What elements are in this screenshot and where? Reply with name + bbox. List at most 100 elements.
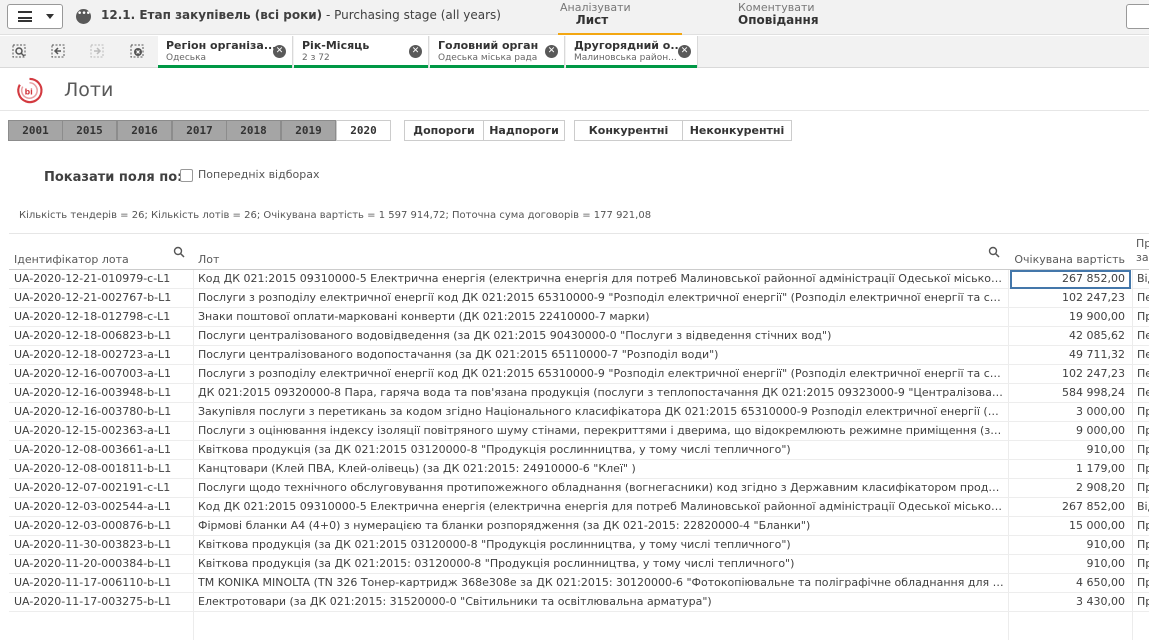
expected-value-cell[interactable]: 49 711,32 <box>1011 346 1129 365</box>
lot-id-cell[interactable]: UA-2020-12-08-003661-a-L1 <box>14 441 192 460</box>
procedure-cell[interactable]: Від <box>1137 498 1149 517</box>
table-row[interactable]: UA-2020-11-17-006110-b-L1 ТМ KONIKA MINOL… <box>9 574 1149 593</box>
procedure-cell[interactable]: Пр <box>1137 308 1149 327</box>
table-row[interactable]: UA-2020-12-18-006823-b-L1 Послуги централ… <box>9 327 1149 346</box>
lot-description-cell[interactable]: Квіткова продукція (за ДК 021:2015 03120… <box>198 441 1004 460</box>
lot-id-cell[interactable]: UA-2020-12-18-006823-b-L1 <box>14 327 192 346</box>
lot-id-cell[interactable]: UA-2020-12-03-000876-b-L1 <box>14 517 192 536</box>
year-button[interactable]: 2017 <box>172 120 227 141</box>
lot-description-cell[interactable]: Квіткова продукція (за ДК 021:2015: 0312… <box>198 555 1004 574</box>
year-button[interactable]: 2019 <box>281 120 336 141</box>
expected-value-cell[interactable]: 267 852,00 <box>1011 498 1129 517</box>
table-row[interactable]: UA-2020-11-20-000384-b-L1 Квіткова продук… <box>9 555 1149 574</box>
close-icon[interactable]: ✕ <box>545 45 558 58</box>
lot-id-cell[interactable]: UA-2020-12-21-010979-c-L1 <box>14 270 192 289</box>
lot-id-cell[interactable]: UA-2020-11-30-003823-b-L1 <box>14 536 192 555</box>
procedure-cell[interactable]: Пр <box>1137 536 1149 555</box>
procedure-cell[interactable]: Пр <box>1137 517 1149 536</box>
lot-description-cell[interactable]: Послуги з оцінювання індексу ізоляції по… <box>198 422 1004 441</box>
previous-selection-label[interactable]: Попередніх відборах <box>198 168 319 181</box>
procedure-cell[interactable]: Пе <box>1137 365 1149 384</box>
table-row[interactable]: UA-2020-12-16-007003-a-L1 Послуги з розпо… <box>9 365 1149 384</box>
step-back-button[interactable] <box>45 40 73 64</box>
expected-value-cell[interactable]: 19 900,00 <box>1011 308 1129 327</box>
lot-description-cell[interactable]: ТМ KONIKA MINOLTA (TN 326 Тонер-картридж… <box>198 574 1004 593</box>
competitive-button[interactable]: Конкурентні <box>574 120 683 141</box>
close-icon[interactable]: ✕ <box>678 45 691 58</box>
search-icon[interactable] <box>988 246 1000 258</box>
table-row[interactable]: UA-2020-12-16-003780-b-L1 Закупівля послу… <box>9 403 1149 422</box>
table-row[interactable]: UA-2020-12-07-002191-c-L1 Послуги щодо те… <box>9 479 1149 498</box>
table-row[interactable]: UA-2020-12-21-010979-c-L1 Код ДК 021:2015… <box>9 270 1149 289</box>
table-row[interactable]: UA-2020-12-18-012798-c-L1 Знаки поштової … <box>9 308 1149 327</box>
expected-value-cell[interactable]: 15 000,00 <box>1011 517 1129 536</box>
column-header-expected-value[interactable]: Очікувана вартість <box>1008 234 1132 271</box>
lot-description-cell[interactable]: Послуги централізованого водовідведення … <box>198 327 1004 346</box>
lot-description-cell[interactable]: Закупівля послуги з перетикань за кодом … <box>198 403 1004 422</box>
procedure-cell[interactable]: Пе <box>1137 327 1149 346</box>
above-threshold-button[interactable]: Надпороги <box>483 120 565 141</box>
expected-value-cell[interactable]: 9 000,00 <box>1011 422 1129 441</box>
expected-value-cell[interactable]: 910,00 <box>1011 555 1129 574</box>
previous-selection-checkbox[interactable] <box>180 169 193 182</box>
procedure-cell[interactable]: Пр <box>1137 460 1149 479</box>
procedure-cell[interactable]: Пе <box>1137 289 1149 308</box>
table-row[interactable]: UA-2020-12-15-002363-a-L1 Послуги з оціню… <box>9 422 1149 441</box>
column-header-lot-id[interactable]: Ідентифікатор лота <box>9 234 193 271</box>
lot-description-cell[interactable]: Фірмові бланки А4 (4+0) з нумерацією та … <box>198 517 1004 536</box>
selection-chip-region[interactable]: Регіон організа... Одеська ✕ <box>158 36 293 68</box>
expected-value-cell[interactable]: 102 247,23 <box>1011 365 1129 384</box>
sheet-navigation-button[interactable] <box>1126 4 1149 29</box>
expected-value-cell[interactable]: 42 085,62 <box>1011 327 1129 346</box>
procedure-cell[interactable]: Пе <box>1137 384 1149 403</box>
expected-value-cell[interactable]: 3 000,00 <box>1011 403 1129 422</box>
lot-description-cell[interactable]: Послуги з розподілу електричної енергії … <box>198 289 1004 308</box>
lot-id-cell[interactable]: UA-2020-12-16-003780-b-L1 <box>14 403 192 422</box>
procedure-cell[interactable]: Пр <box>1137 479 1149 498</box>
lot-id-cell[interactable]: UA-2020-12-15-002363-a-L1 <box>14 422 192 441</box>
expected-value-cell[interactable]: 102 247,23 <box>1011 289 1129 308</box>
expected-value-cell[interactable]: 910,00 <box>1011 441 1129 460</box>
lot-description-cell[interactable]: ДК 021:2015 09320000-8 Пара, гаряча вода… <box>198 384 1004 403</box>
procedure-cell[interactable]: Пр <box>1137 555 1149 574</box>
lot-description-cell[interactable]: Код ДК 021:2015 09310000-5 Електрична ен… <box>198 270 1004 289</box>
lot-description-cell[interactable]: Квіткова продукція (за ДК 021:2015 03120… <box>198 536 1004 555</box>
expected-value-cell[interactable]: 4 650,00 <box>1011 574 1129 593</box>
lot-id-cell[interactable]: UA-2020-11-20-000384-b-L1 <box>14 555 192 574</box>
year-button[interactable]: 2001 <box>8 120 63 141</box>
table-row[interactable]: UA-2020-12-18-002723-a-L1 Послуги централ… <box>9 346 1149 365</box>
selection-chip-secondary-body[interactable]: Другорядний о... Малиновська район... ✕ <box>566 36 698 68</box>
smart-search-button[interactable] <box>6 40 34 64</box>
year-button-selected[interactable]: 2020 <box>336 120 391 141</box>
lot-description-cell[interactable]: Послуги щодо технічного обслуговування п… <box>198 479 1004 498</box>
expected-value-cell[interactable]: 1 179,00 <box>1011 460 1129 479</box>
lot-id-cell[interactable]: UA-2020-12-16-007003-a-L1 <box>14 365 192 384</box>
search-icon[interactable] <box>173 246 185 258</box>
lot-id-cell[interactable]: UA-2020-12-18-002723-a-L1 <box>14 346 192 365</box>
procedure-cell[interactable]: Пр <box>1137 403 1149 422</box>
column-header-lot[interactable]: Лот <box>193 234 1008 271</box>
table-row[interactable]: UA-2020-12-21-002767-b-L1 Послуги з розпо… <box>9 289 1149 308</box>
lot-id-cell[interactable]: UA-2020-12-08-001811-b-L1 <box>14 460 192 479</box>
more-options-icon[interactable]: ••• <box>76 9 91 24</box>
lot-id-cell[interactable]: UA-2020-12-03-002544-a-L1 <box>14 498 192 517</box>
table-row[interactable]: UA-2020-12-03-000876-b-L1 Фірмові бланки … <box>9 517 1149 536</box>
below-threshold-button[interactable]: Допороги <box>404 120 484 141</box>
lot-description-cell[interactable]: Код ДК 021:2015 09310000-5 Електрична ен… <box>198 498 1004 517</box>
column-header-procedure[interactable]: Пр за <box>1133 234 1149 271</box>
selection-chip-year-month[interactable]: Рік-Місяць 2 з 72 ✕ <box>294 36 429 68</box>
lot-id-cell[interactable]: UA-2020-12-16-003948-b-L1 <box>14 384 192 403</box>
lot-id-cell[interactable]: UA-2020-12-21-002767-b-L1 <box>14 289 192 308</box>
clear-selections-button[interactable] <box>124 40 152 64</box>
step-forward-button[interactable] <box>84 40 112 64</box>
table-row[interactable]: UA-2020-12-03-002544-a-L1 Код ДК 021:2015… <box>9 498 1149 517</box>
lot-description-cell[interactable]: Послуги з розподілу електричної енергії … <box>198 365 1004 384</box>
lot-id-cell[interactable]: UA-2020-11-17-006110-b-L1 <box>14 574 192 593</box>
lot-description-cell[interactable]: Канцтовари (Клей ПВА, Клей-олівець) (за … <box>198 460 1004 479</box>
table-row[interactable]: UA-2020-12-16-003948-b-L1 ДК 021:2015 093… <box>9 384 1149 403</box>
analyze-mode-tab[interactable]: Аналізувати Лист <box>558 1 682 35</box>
procedure-cell[interactable]: Пр <box>1137 422 1149 441</box>
close-icon[interactable]: ✕ <box>409 45 422 58</box>
lot-description-cell[interactable]: Послуги централізованого водопостачання … <box>198 346 1004 365</box>
procedure-cell[interactable]: Пр <box>1137 441 1149 460</box>
